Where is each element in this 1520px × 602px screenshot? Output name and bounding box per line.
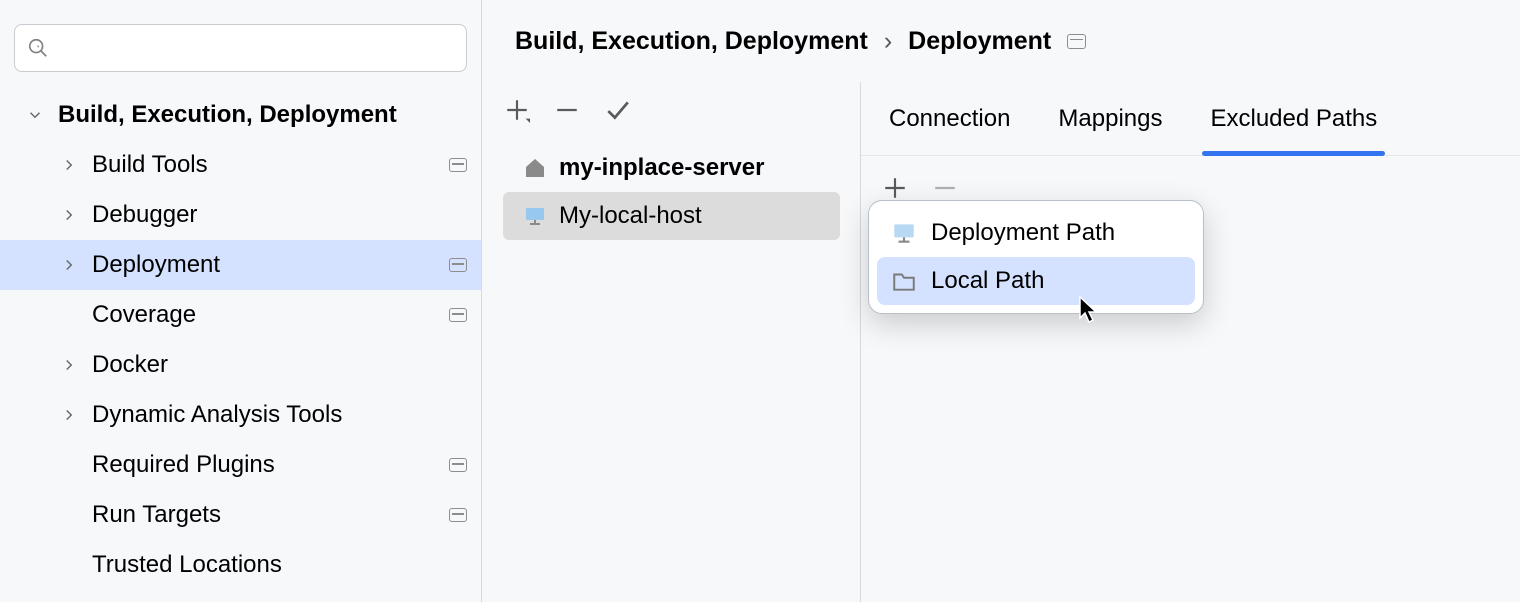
tree-item-debugger[interactable]: Debugger [0,190,481,240]
home-icon [523,156,547,180]
deployment-config-pane: Connection Mappings Excluded Paths [861,82,1520,602]
settings-sidebar: Build, Execution, Deployment Build Tools… [0,0,482,602]
set-default-button[interactable] [603,96,631,124]
breadcrumb: Build, Execution, Deployment › Deploymen… [483,0,1520,82]
tree-item-label: Run Targets [92,501,449,529]
chevron-right-icon [60,356,78,374]
tree-item-dynamic-analysis-tools[interactable]: Dynamic Analysis Tools [0,390,481,440]
breadcrumb-parent[interactable]: Build, Execution, Deployment [515,27,868,56]
tree-item-label: Trusted Locations [92,551,467,579]
minus-icon [932,175,958,201]
plus-icon [504,97,530,123]
popup-item-label: Deployment Path [931,219,1115,247]
tree-item-label: Coverage [92,301,449,329]
tree-item-label: Debugger [92,201,467,229]
tree-item-build-tools[interactable]: Build Tools [0,140,481,190]
search-box[interactable] [14,24,467,72]
search-input[interactable] [49,35,454,61]
popup-item-deployment-path[interactable]: Deployment Path [877,209,1195,257]
chevron-right-icon [60,156,78,174]
tree-item-required-plugins[interactable]: Required Plugins [0,440,481,490]
tree-item-label: Deployment [92,251,449,279]
tree-item-label: Docker [92,351,467,379]
tab-mappings[interactable]: Mappings [1058,82,1162,155]
tree-item-deployment[interactable]: Deployment [0,240,481,290]
tree-item-run-targets[interactable]: Run Targets [0,490,481,540]
tab-excluded-paths[interactable]: Excluded Paths [1210,82,1377,155]
tree-item-label: Dynamic Analysis Tools [92,401,467,429]
tree-root-label: Build, Execution, Deployment [58,101,467,129]
project-scope-badge-icon [449,258,467,272]
add-path-popup: Deployment Path Local Path [868,200,1204,314]
tree-item-coverage[interactable]: Coverage [0,290,481,340]
chevron-right-icon [60,206,78,224]
tree-root[interactable]: Build, Execution, Deployment [0,90,481,140]
server-label: my-inplace-server [559,154,764,182]
chevron-down-icon [26,106,44,124]
server-item[interactable]: My-local-host [503,192,840,240]
server-folder-icon [891,220,917,246]
project-scope-badge-icon [449,508,467,522]
breadcrumb-separator: › [884,27,892,56]
plus-icon [882,175,908,201]
remove-server-button[interactable] [553,96,581,124]
server-label: My-local-host [559,202,702,230]
project-scope-badge-icon [449,158,467,172]
project-scope-badge-icon [1067,34,1086,49]
tree-item-trusted-locations[interactable]: Trusted Locations [0,540,481,590]
minus-icon [554,97,580,123]
server-list: my-inplace-server My-local-host [483,138,860,246]
tab-connection[interactable]: Connection [889,82,1010,155]
tree-item-docker[interactable]: Docker [0,340,481,390]
chevron-right-icon [60,256,78,274]
checkmark-icon [604,97,630,123]
project-scope-badge-icon [449,458,467,472]
project-scope-badge-icon [449,308,467,322]
server-item[interactable]: my-inplace-server [503,144,840,192]
add-server-button[interactable] [503,96,531,124]
tree-item-label: Required Plugins [92,451,449,479]
remove-excluded-path-button[interactable] [931,174,959,202]
servers-toolbar [483,82,860,138]
tree-item-label: Build Tools [92,151,449,179]
add-excluded-path-button[interactable] [881,174,909,202]
server-icon [523,204,547,228]
popup-item-label: Local Path [931,267,1044,295]
servers-pane: my-inplace-server My-local-host [483,82,861,602]
deployment-tabs: Connection Mappings Excluded Paths [861,82,1520,156]
breadcrumb-current: Deployment [908,27,1051,56]
chevron-right-icon [60,406,78,424]
folder-icon [891,268,917,294]
search-icon [27,37,49,59]
popup-item-local-path[interactable]: Local Path [877,257,1195,305]
